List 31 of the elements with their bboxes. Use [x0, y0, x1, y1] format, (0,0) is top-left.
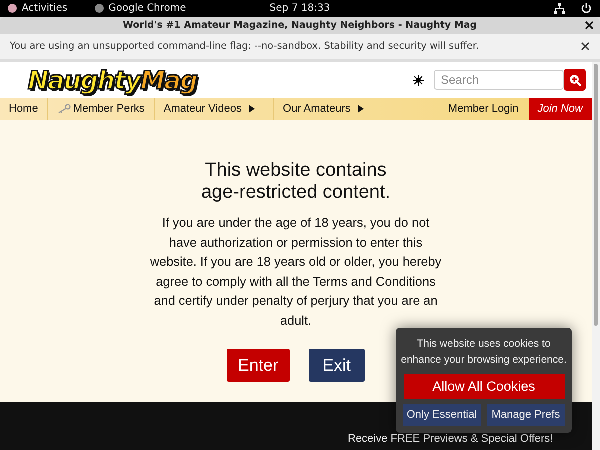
search-field[interactable]: Search	[434, 70, 564, 90]
cookie-option-button[interactable]: Manage Prefs	[487, 404, 565, 426]
infobar-message: You are using an unsupported command-line flag: --no-sandbox. Stability and security will suffer.	[10, 41, 480, 52]
nav-link[interactable]: Our Amateurs	[274, 98, 373, 120]
enter-button[interactable]: Enter	[227, 349, 290, 382]
scrollbar[interactable]	[592, 62, 600, 450]
app-menu[interactable]: Google Chrome	[108, 3, 186, 14]
power-icon[interactable]	[581, 3, 592, 14]
cookie-option-button[interactable]: Only Essential	[403, 404, 481, 426]
newsletter-text: Receive FREE Previews & Special Offers!	[348, 433, 554, 445]
key-icon	[57, 104, 72, 114]
caret-icon	[249, 105, 256, 113]
clock[interactable]: Sep 7 18:33	[270, 3, 330, 14]
window-title: World's #1 Amateur Magazine, Naughty Neighbors - Naughty Mag	[122, 20, 478, 31]
age-warning-text: If you are under the age of 18 years, you do not have authorization or permission to enter this website. If you are 18 years old or older, you hereby agree to comply with all the Terms and Conditions and certify under penalty of perjury that you are an adult.	[150, 215, 442, 330]
age-warning-heading: This website contains age-restricted content.	[201, 160, 391, 204]
search-icon	[568, 74, 582, 86]
cookie-message: This website uses cookies to enhance your browsing experience.	[400, 337, 568, 368]
login-link[interactable]: Member Login	[438, 98, 529, 120]
activities-button[interactable]: Activities	[22, 3, 68, 14]
close-icon[interactable]	[581, 42, 590, 51]
search-button[interactable]	[564, 69, 586, 91]
activities-icon[interactable]	[8, 4, 17, 13]
caret-icon	[358, 105, 364, 113]
exit-button[interactable]: Exit	[308, 349, 365, 382]
network-icon[interactable]	[554, 3, 565, 14]
join-button[interactable]: Join Now	[528, 98, 592, 120]
app-icon[interactable]	[94, 4, 104, 13]
close-icon[interactable]	[585, 21, 594, 30]
sun-icon[interactable]	[413, 74, 424, 86]
allow-cookies-button[interactable]: Allow All Cookies	[404, 374, 564, 399]
